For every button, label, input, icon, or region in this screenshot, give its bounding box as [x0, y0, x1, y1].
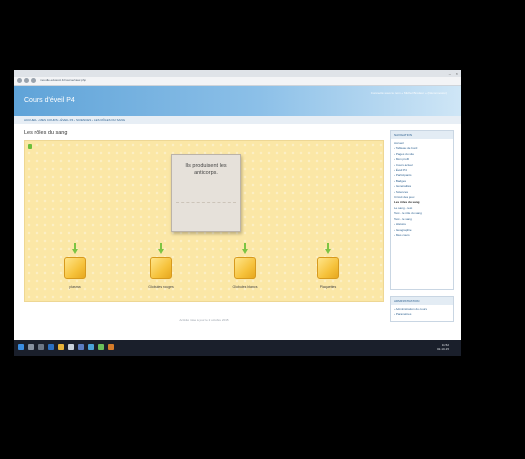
start-icon[interactable]: [18, 344, 24, 350]
folder-icon[interactable]: [58, 344, 64, 350]
url-text[interactable]: moodle.eduscol.fr/course/view.php: [40, 78, 86, 82]
minimize-icon[interactable]: –: [449, 71, 451, 76]
store-icon[interactable]: [68, 344, 74, 350]
card-divider: [176, 202, 236, 225]
administration-list: › Administration du cours › Paramètres: [391, 305, 453, 318]
site-header: Cours d'éveil P4 Connecté sous le nom « …: [14, 86, 461, 116]
app-icon[interactable]: [108, 344, 114, 350]
browser-title-bar: [14, 70, 461, 77]
admin-item[interactable]: › Paramètres: [394, 312, 453, 317]
forward-icon[interactable]: [24, 78, 29, 83]
drop-target-globules-blancs[interactable]: [234, 257, 256, 279]
drop-target-plaquettes[interactable]: [317, 257, 339, 279]
task-view-icon[interactable]: [38, 344, 44, 350]
arrow-down-icon: [72, 249, 78, 254]
drop-target-globules-rouges[interactable]: [150, 257, 172, 279]
clock-date: 02-10-15: [436, 347, 449, 351]
breadcrumb: ACCUEIL › MES COURS › ÉVEIL P4 › SCIENCE…: [14, 116, 461, 124]
administration-block-title[interactable]: ADMINISTRATION: [391, 297, 453, 305]
arrow-down-icon: [158, 249, 164, 254]
login-info[interactable]: Connecté sous le nom « Michel Brodeur » …: [371, 91, 447, 95]
site-title[interactable]: Cours d'éveil P4: [24, 97, 75, 104]
administration-block: ADMINISTRATION › Administration du cours…: [390, 296, 454, 322]
reload-icon[interactable]: [31, 78, 36, 83]
mail-icon[interactable]: [78, 344, 84, 350]
screen: – × moodle.eduscol.fr/course/view.php Co…: [14, 70, 461, 356]
edge-icon[interactable]: [48, 344, 54, 350]
page-title: Les rôles du sang: [24, 130, 68, 136]
navigation-block: NAVIGATION Accueil › Tableau de bord › Pag…: [390, 130, 454, 290]
target-label: Globules rouges: [148, 285, 174, 289]
navigation-block-title[interactable]: NAVIGATION: [391, 131, 453, 139]
taskbar: 11:52 02-10-15: [14, 340, 461, 356]
arrow-down-icon: [242, 249, 248, 254]
target-label: Plaquettes: [319, 285, 337, 289]
back-icon[interactable]: [17, 78, 22, 83]
draggable-card[interactable]: Ils produisent les anticorps.: [171, 154, 241, 232]
sidebar: NAVIGATION Accueil › Tableau de bord › Pag…: [390, 130, 454, 350]
drop-target-plasma[interactable]: [64, 257, 86, 279]
nav-item[interactable]: › Mes cours: [394, 233, 453, 238]
card-text: Ils produisent les anticorps.: [185, 163, 227, 176]
target-label: plasma: [69, 285, 81, 289]
search-icon[interactable]: [28, 344, 34, 350]
target-label: Globules blancs: [232, 285, 258, 289]
breadcrumb-text[interactable]: ACCUEIL › MES COURS › ÉVEIL P4 › SCIENCE…: [24, 118, 125, 122]
flag-icon: [28, 144, 32, 149]
clock[interactable]: 11:52 02-10-15: [437, 343, 449, 351]
app-icon[interactable]: [98, 344, 104, 350]
close-icon[interactable]: ×: [456, 71, 458, 76]
drag-drop-activity: Ils produisent les anticorps. plasma Glo…: [24, 140, 384, 302]
chrome-icon[interactable]: [88, 344, 94, 350]
navigation-list: Accueil › Tableau de bord › Pages du site ›…: [391, 139, 453, 238]
activity-footer-note: Activité mise à jour le 2 octobre 2015: [179, 318, 229, 322]
arrow-down-icon: [325, 249, 331, 254]
